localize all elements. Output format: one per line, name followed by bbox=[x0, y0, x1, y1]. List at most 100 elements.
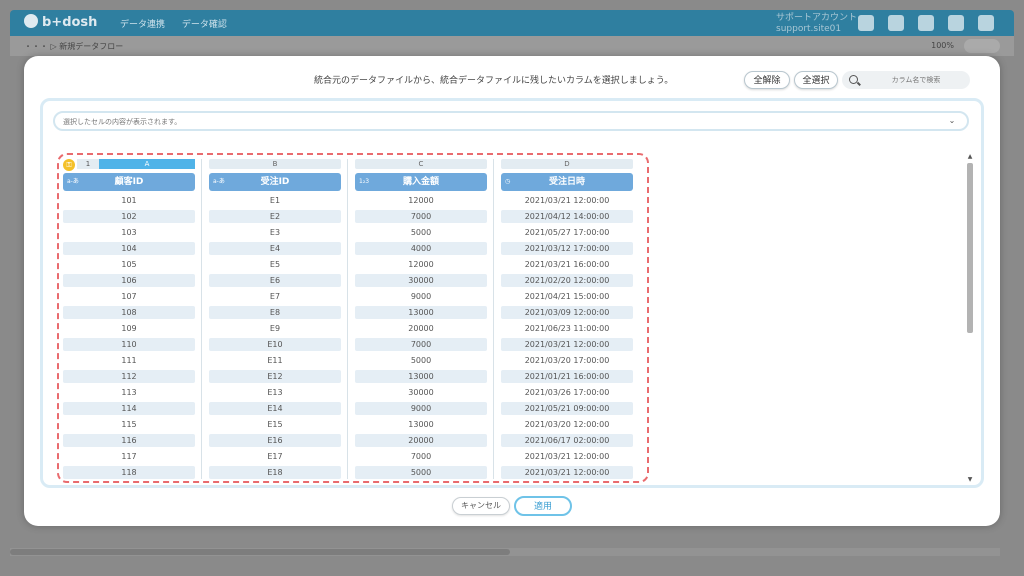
column-header[interactable]: 1₂3 購入金額 bbox=[355, 173, 487, 191]
table-cell[interactable]: 20000 bbox=[355, 322, 487, 335]
table-cell[interactable]: 5000 bbox=[355, 226, 487, 239]
column-b[interactable]: B a-あ 受注ID E1 E2 E3 E4 E5 E6 E7 E8 E9 E10 E11 E12 E1… bbox=[209, 159, 341, 479]
table-cell[interactable]: 114 bbox=[63, 402, 195, 415]
apply-button[interactable]: 適用 bbox=[514, 496, 572, 516]
table-cell[interactable]: 2021/02/20 12:00:00 bbox=[501, 274, 633, 287]
table-cell[interactable]: 9000 bbox=[355, 290, 487, 303]
table-cell[interactable]: 101 bbox=[63, 194, 195, 207]
table-cell[interactable]: 2021/06/23 11:00:00 bbox=[501, 322, 633, 335]
nav-item-data-check[interactable]: データ確認 bbox=[182, 20, 227, 30]
table-cell[interactable]: 110 bbox=[63, 338, 195, 351]
column-d[interactable]: D ◷ 受注日時 2021/03/21 12:00:00 2021/04/12 1… bbox=[501, 159, 633, 479]
table-cell[interactable]: 2021/03/21 12:00:00 bbox=[501, 450, 633, 463]
table-cell[interactable]: E10 bbox=[209, 338, 341, 351]
table-cell[interactable]: 5000 bbox=[355, 466, 487, 479]
chat-icon[interactable] bbox=[948, 15, 964, 31]
table-cell[interactable]: 5000 bbox=[355, 354, 487, 367]
deselect-all-button[interactable]: 全解除 bbox=[744, 71, 790, 89]
table-cell[interactable]: 2021/01/21 16:00:00 bbox=[501, 370, 633, 383]
table-cell[interactable]: 4000 bbox=[355, 242, 487, 255]
table-cell[interactable]: 106 bbox=[63, 274, 195, 287]
column-letter[interactable]: A bbox=[99, 159, 195, 169]
column-letter[interactable]: C bbox=[355, 159, 487, 169]
scroll-thumb[interactable] bbox=[967, 163, 973, 333]
logout-icon[interactable] bbox=[978, 15, 994, 31]
table-cell[interactable]: E12 bbox=[209, 370, 341, 383]
table-cell[interactable]: 2021/04/21 15:00:00 bbox=[501, 290, 633, 303]
table-cell[interactable]: 105 bbox=[63, 258, 195, 271]
table-cell[interactable]: 2021/03/12 17:00:00 bbox=[501, 242, 633, 255]
table-cell[interactable]: E2 bbox=[209, 210, 341, 223]
breadcrumb[interactable]: ・・・ ▷ 新規データフロー bbox=[24, 41, 123, 52]
column-header[interactable]: a-あ 受注ID bbox=[209, 173, 341, 191]
table-cell[interactable]: E14 bbox=[209, 402, 341, 415]
table-cell[interactable]: 30000 bbox=[355, 386, 487, 399]
table-cell[interactable]: 108 bbox=[63, 306, 195, 319]
table-cell[interactable]: 103 bbox=[63, 226, 195, 239]
table-cell[interactable]: E4 bbox=[209, 242, 341, 255]
table-cell[interactable]: E7 bbox=[209, 290, 341, 303]
column-letter[interactable]: D bbox=[501, 159, 633, 169]
column-a[interactable]: ⚿ 1 A a-あ 顧客ID 101 102 103 104 105 106 107 108 1… bbox=[63, 159, 195, 479]
table-cell[interactable]: 2021/03/21 12:00:00 bbox=[501, 338, 633, 351]
table-cell[interactable]: 116 bbox=[63, 434, 195, 447]
table-cell[interactable]: E11 bbox=[209, 354, 341, 367]
table-cell[interactable]: 113 bbox=[63, 386, 195, 399]
table-cell[interactable]: 7000 bbox=[355, 450, 487, 463]
table-cell[interactable]: 104 bbox=[63, 242, 195, 255]
table-cell[interactable]: 109 bbox=[63, 322, 195, 335]
column-c[interactable]: C 1₂3 購入金額 12000 7000 5000 4000 12000 30000 90… bbox=[355, 159, 487, 479]
table-cell[interactable]: 2021/03/20 12:00:00 bbox=[501, 418, 633, 431]
account-info[interactable]: サポートアカウント support.site01 bbox=[776, 13, 857, 35]
table-cell[interactable]: E6 bbox=[209, 274, 341, 287]
table-cell[interactable]: 30000 bbox=[355, 274, 487, 287]
table-cell[interactable]: 2021/05/21 09:00:00 bbox=[501, 402, 633, 415]
column-header[interactable]: a-あ 顧客ID bbox=[63, 173, 195, 191]
table-cell[interactable]: 111 bbox=[63, 354, 195, 367]
table-cell[interactable]: E5 bbox=[209, 258, 341, 271]
column-letter[interactable]: B bbox=[209, 159, 341, 169]
table-cell[interactable]: E17 bbox=[209, 450, 341, 463]
table-cell[interactable]: 7000 bbox=[355, 210, 487, 223]
table-cell[interactable]: 115 bbox=[63, 418, 195, 431]
table-cell[interactable]: 2021/03/26 17:00:00 bbox=[501, 386, 633, 399]
scroll-up-icon[interactable]: ▲ bbox=[965, 153, 975, 160]
table-cell[interactable]: 112 bbox=[63, 370, 195, 383]
bell-icon[interactable] bbox=[858, 15, 874, 31]
table-cell[interactable]: 13000 bbox=[355, 370, 487, 383]
table-cell[interactable]: 2021/03/21 16:00:00 bbox=[501, 258, 633, 271]
table-cell[interactable]: E8 bbox=[209, 306, 341, 319]
table-cell[interactable]: E1 bbox=[209, 194, 341, 207]
table-cell[interactable]: 2021/05/27 17:00:00 bbox=[501, 226, 633, 239]
select-all-button[interactable]: 全選択 bbox=[794, 71, 838, 89]
table-cell[interactable]: 7000 bbox=[355, 338, 487, 351]
app-logo[interactable]: b+dosh bbox=[24, 14, 97, 30]
grid-icon[interactable] bbox=[918, 15, 934, 31]
table-cell[interactable]: 2021/06/17 02:00:00 bbox=[501, 434, 633, 447]
nav-item-data-link[interactable]: データ連携 bbox=[120, 20, 165, 30]
table-cell[interactable]: 2021/04/12 14:00:00 bbox=[501, 210, 633, 223]
table-cell[interactable]: 13000 bbox=[355, 306, 487, 319]
table-cell[interactable]: 2021/03/21 12:00:00 bbox=[501, 194, 633, 207]
table-cell[interactable]: 12000 bbox=[355, 258, 487, 271]
scroll-thumb[interactable] bbox=[10, 549, 510, 555]
table-cell[interactable]: 2021/03/21 12:00:00 bbox=[501, 466, 633, 479]
scroll-down-icon[interactable]: ▼ bbox=[965, 476, 975, 483]
table-cell[interactable]: E16 bbox=[209, 434, 341, 447]
table-cell[interactable]: E15 bbox=[209, 418, 341, 431]
table-cell[interactable]: E3 bbox=[209, 226, 341, 239]
table-cell[interactable]: 12000 bbox=[355, 194, 487, 207]
table-cell[interactable]: E9 bbox=[209, 322, 341, 335]
table-cell[interactable]: 2021/03/09 12:00:00 bbox=[501, 306, 633, 319]
vertical-scrollbar[interactable]: ▲ ▼ bbox=[965, 153, 975, 483]
toolbar-button[interactable] bbox=[964, 39, 1000, 53]
table-cell[interactable]: 9000 bbox=[355, 402, 487, 415]
horizontal-scrollbar[interactable] bbox=[10, 548, 1000, 556]
cancel-button[interactable]: キャンセル bbox=[452, 497, 510, 515]
table-cell[interactable]: 20000 bbox=[355, 434, 487, 447]
table-cell[interactable]: 117 bbox=[63, 450, 195, 463]
table-cell[interactable]: 102 bbox=[63, 210, 195, 223]
chevron-down-icon[interactable]: ⌄ bbox=[945, 115, 959, 127]
wrench-icon[interactable] bbox=[888, 15, 904, 31]
table-cell[interactable]: E13 bbox=[209, 386, 341, 399]
